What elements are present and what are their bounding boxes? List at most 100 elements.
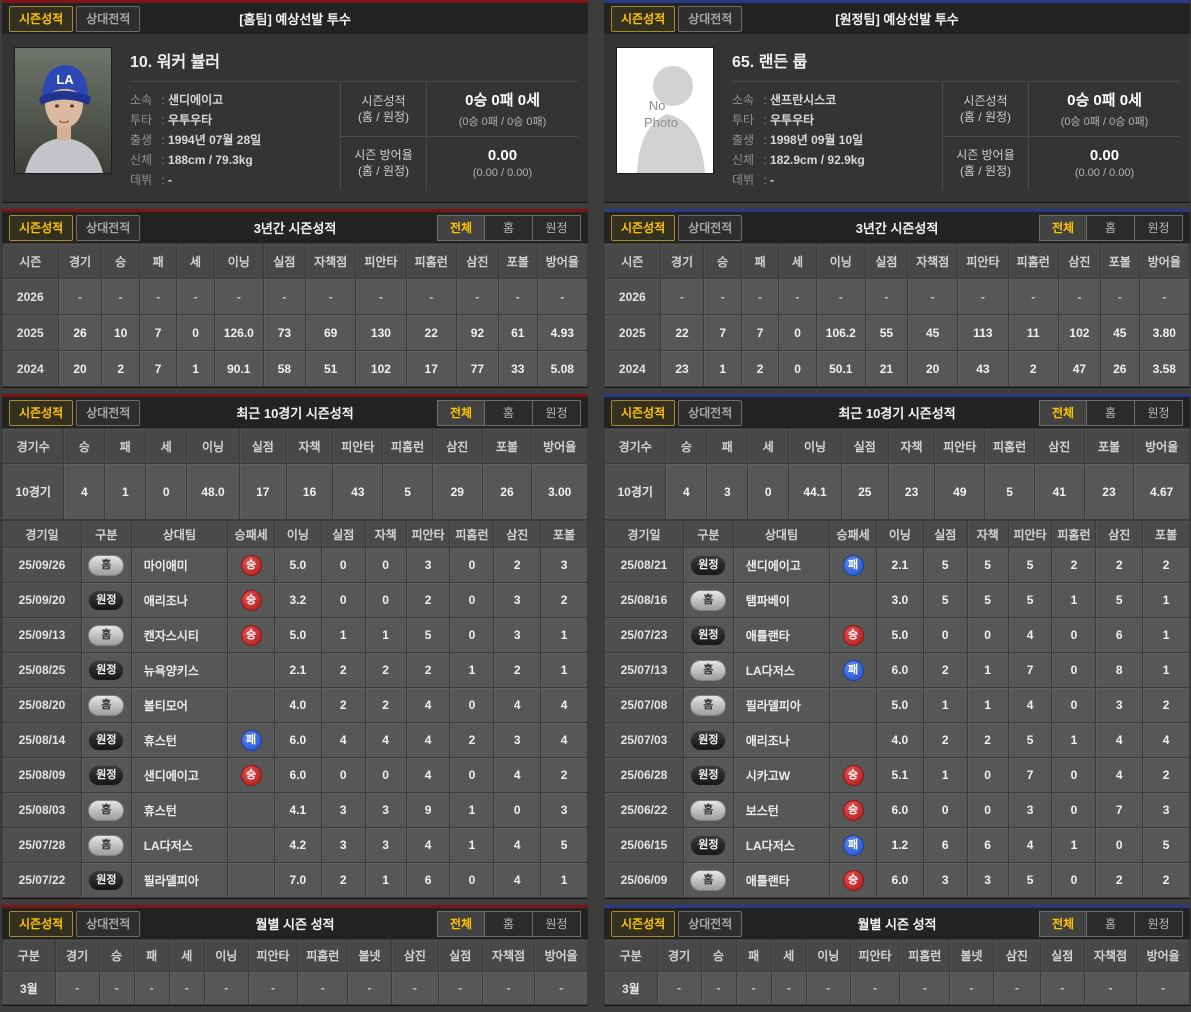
stat-cell: 0 bbox=[449, 862, 495, 898]
stat-cell: 5 bbox=[922, 582, 968, 618]
stat-cell: 3 bbox=[320, 792, 366, 828]
tab-season-stats[interactable]: 시즌성적 bbox=[611, 214, 676, 241]
filter-away[interactable]: 원정 bbox=[533, 910, 581, 937]
col-header: 방어율 bbox=[534, 939, 588, 972]
filter-all[interactable]: 전체 bbox=[1039, 910, 1087, 937]
tab-season-stats[interactable]: 시즌성적 bbox=[9, 214, 74, 241]
stat-cell: 4 bbox=[540, 687, 588, 723]
venue-badge: 홈 bbox=[88, 834, 125, 856]
result-cell: 승 bbox=[829, 617, 877, 653]
stat-cell: 3.80 bbox=[1138, 314, 1191, 351]
tab-season-stats[interactable]: 시즌성적 bbox=[611, 910, 676, 937]
game-row: 25/07/03 원정 애리조나 4.0 2 2 5 1 4 4 bbox=[604, 722, 1190, 758]
col-header: 실점 bbox=[320, 520, 366, 548]
stat-cell: 2 bbox=[101, 350, 140, 387]
filter-all[interactable]: 전체 bbox=[1039, 399, 1087, 426]
stat-cell: 4 bbox=[405, 722, 451, 758]
filter-away[interactable]: 원정 bbox=[533, 214, 581, 241]
stat-cell: 5 bbox=[1142, 827, 1190, 863]
filter-away[interactable]: 원정 bbox=[533, 399, 581, 426]
tab-season-stats[interactable]: 시즌성적 bbox=[9, 910, 74, 937]
tab-group: 시즌성적 상대전적 bbox=[9, 910, 161, 937]
stat-cell: - bbox=[735, 971, 772, 1005]
tab-head-to-head[interactable]: 상대전적 bbox=[678, 5, 743, 32]
filter-home[interactable]: 홈 bbox=[485, 910, 533, 937]
stat-cell: 0 bbox=[364, 757, 407, 793]
filter-away[interactable]: 원정 bbox=[1135, 910, 1183, 937]
stat-cell: 4 bbox=[1007, 687, 1053, 723]
stat-cell: 130 bbox=[355, 314, 407, 351]
col-header: 승 bbox=[700, 939, 737, 972]
filter-all[interactable]: 전체 bbox=[437, 399, 485, 426]
tab-head-to-head[interactable]: 상대전적 bbox=[76, 399, 141, 426]
filter-home[interactable]: 홈 bbox=[485, 399, 533, 426]
win-badge: 승 bbox=[842, 869, 864, 891]
section-title: 최근 10경기 시즌성적 bbox=[838, 406, 956, 421]
col-header: 자책점 bbox=[906, 243, 959, 279]
tab-group: 시즌성적 상대전적 bbox=[611, 214, 763, 241]
tab-season-stats[interactable]: 시즌성적 bbox=[9, 5, 74, 32]
opponent-name: 샌디에이고 bbox=[732, 547, 831, 583]
game-row: 25/08/25 원정 뉴욕양키스 2.1 2 2 2 1 2 1 bbox=[2, 652, 588, 688]
stat-cell: 20 bbox=[57, 350, 103, 387]
tab-season-stats[interactable]: 시즌성적 bbox=[611, 5, 676, 32]
tab-season-stats[interactable]: 시즌성적 bbox=[9, 399, 74, 426]
tab-head-to-head[interactable]: 상대전적 bbox=[678, 214, 743, 241]
tab-head-to-head[interactable]: 상대전적 bbox=[76, 214, 141, 241]
stat-cell: 0 bbox=[320, 757, 366, 793]
filter-away[interactable]: 원정 bbox=[1135, 399, 1183, 426]
info-body: 신체 : 188cm / 79.3kg bbox=[130, 153, 253, 167]
opponent-name: 샌디에이고 bbox=[130, 757, 229, 793]
venue-cell: 원정 bbox=[80, 862, 132, 898]
venue-cell: 홈 bbox=[80, 547, 132, 583]
stat-cell: 2 bbox=[493, 652, 542, 688]
stat-cell: 16 bbox=[285, 463, 334, 520]
stat-cell: 4 bbox=[493, 862, 542, 898]
venue-filter-group: 전체 홈 원정 bbox=[429, 399, 581, 426]
col-header: 경기 bbox=[57, 243, 103, 279]
col-header: 포볼 bbox=[481, 428, 533, 464]
filter-home[interactable]: 홈 bbox=[1087, 399, 1135, 426]
tab-head-to-head[interactable]: 상대전적 bbox=[76, 5, 141, 32]
stat-cell: 50.1 bbox=[815, 350, 866, 387]
filter-home[interactable]: 홈 bbox=[1087, 910, 1135, 937]
col-header: 패 bbox=[735, 939, 772, 972]
opponent-name: 휴스턴 bbox=[130, 722, 229, 758]
game-date: 25/08/03 bbox=[2, 792, 82, 828]
stat-cell: 0 bbox=[493, 792, 542, 828]
col-header: 세 bbox=[176, 243, 215, 279]
stat-cell: 2 bbox=[405, 582, 451, 618]
tab-head-to-head[interactable]: 상대전적 bbox=[76, 910, 141, 937]
stat-cell: 6.0 bbox=[876, 792, 924, 828]
stat-cell: - bbox=[659, 278, 705, 315]
venue-filter-group: 전체 홈 원정 bbox=[1031, 910, 1183, 937]
filter-home[interactable]: 홈 bbox=[485, 214, 533, 241]
stat-cell: 25 bbox=[840, 463, 889, 520]
stat-cell: 5.1 bbox=[876, 757, 924, 793]
filter-all[interactable]: 전체 bbox=[437, 910, 485, 937]
stat-cell: 3 bbox=[1007, 792, 1053, 828]
col-header: 경기일 bbox=[604, 520, 684, 548]
filter-all[interactable]: 전체 bbox=[437, 214, 485, 241]
stat-cell: - bbox=[1083, 971, 1138, 1005]
stat-cell: 3 bbox=[1095, 687, 1144, 723]
tab-season-stats[interactable]: 시즌성적 bbox=[611, 399, 676, 426]
filter-home[interactable]: 홈 bbox=[1087, 214, 1135, 241]
venue-badge: 원정 bbox=[88, 869, 125, 891]
game-row: 25/09/13 홈 캔자스시티 승 5.0 1 1 5 0 3 1 bbox=[2, 617, 588, 653]
col-header: 이닝 bbox=[213, 243, 264, 279]
stat-cell: 5 bbox=[984, 463, 1035, 520]
tab-head-to-head[interactable]: 상대전적 bbox=[678, 399, 743, 426]
row-label: 2024 bbox=[604, 350, 661, 387]
col-header: 피안타 bbox=[849, 939, 901, 972]
col-header: 세 bbox=[145, 428, 188, 464]
stat-cell: - bbox=[957, 278, 1009, 315]
stat-cell: 4 bbox=[1095, 757, 1144, 793]
col-header: 삼진 bbox=[493, 520, 542, 548]
stat-cell: - bbox=[203, 971, 249, 1005]
win-badge: 승 bbox=[842, 624, 864, 646]
tab-head-to-head[interactable]: 상대전적 bbox=[678, 910, 743, 937]
three-year-section: 시즌성적 상대전적 3년간 시즌성적 전체 홈 원정 시즌 경기 승 패 세 이닝 실점 자책… bbox=[604, 209, 1191, 388]
filter-away[interactable]: 원정 bbox=[1135, 214, 1183, 241]
filter-all[interactable]: 전체 bbox=[1039, 214, 1087, 241]
